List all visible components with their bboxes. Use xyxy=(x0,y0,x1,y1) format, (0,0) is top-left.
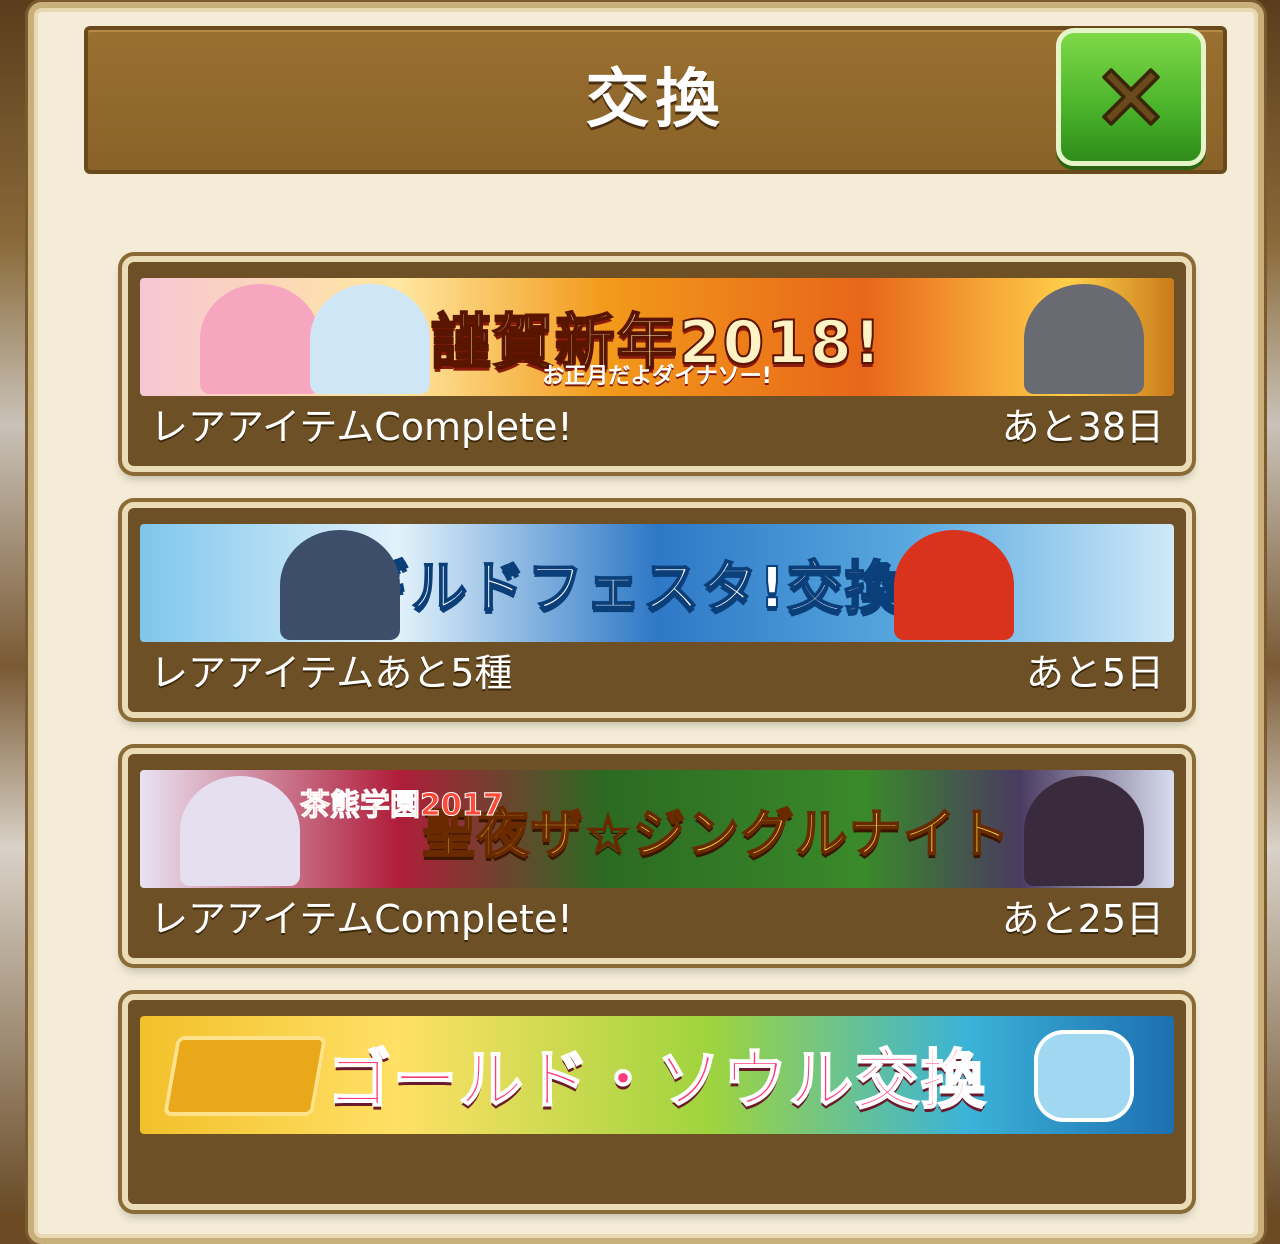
exchange-dialog: 交換 謹賀新年2018! お正月だよダイナソー! レアアイテムComplete!… xyxy=(28,2,1264,1244)
soul-crystal-icon xyxy=(1034,1030,1134,1122)
character-art xyxy=(1024,776,1144,886)
banner-gold-soul: ゴールド・ソウル交換 xyxy=(140,1016,1174,1134)
banner-guild-festa: ギルドフェスタ!交換所 xyxy=(140,524,1174,642)
rare-item-status: レアアイテムComplete! xyxy=(150,405,573,449)
time-remaining: あと38日 xyxy=(1001,405,1164,449)
time-remaining: あと25日 xyxy=(1001,897,1164,941)
banner-holy-night: 茶熊学園2017 聖夜ザ☆ジングルナイト xyxy=(140,770,1174,888)
character-art xyxy=(894,530,1014,640)
exchange-card-new-year[interactable]: 謹賀新年2018! お正月だよダイナソー! レアアイテムComplete! あと… xyxy=(122,256,1192,472)
close-icon xyxy=(1102,68,1160,126)
time-remaining: あと5日 xyxy=(1025,651,1164,695)
rare-item-status: レアアイテムあと5種 xyxy=(150,651,513,695)
exchange-card-holy-night[interactable]: 茶熊学園2017 聖夜ザ☆ジングルナイト レアアイテムComplete! あと2… xyxy=(122,748,1192,964)
banner-title: ギルドフェスタ!交換所 xyxy=(352,555,961,622)
close-button[interactable] xyxy=(1056,28,1206,166)
character-art xyxy=(180,776,300,886)
banner-new-year: 謹賀新年2018! お正月だよダイナソー! xyxy=(140,278,1174,396)
banner-subtitle: お正月だよダイナソー! xyxy=(542,364,772,389)
exchange-card-guild-festa[interactable]: ギルドフェスタ!交換所 レアアイテムあと5種 あと5日 xyxy=(122,502,1192,718)
banner-title: 聖夜ザ☆ジングルナイト xyxy=(422,804,1012,866)
character-art xyxy=(280,530,400,640)
rare-item-status: レアアイテムComplete! xyxy=(150,897,573,941)
gold-bar-icon xyxy=(162,1036,328,1116)
banner-badge: 茶熊学園2017 xyxy=(300,788,504,824)
exchange-card-gold-soul[interactable]: ゴールド・ソウル交換 xyxy=(122,994,1192,1210)
banner-title: ゴールド・ソウル交換 xyxy=(326,1043,987,1119)
dialog-title: 交換 xyxy=(585,63,726,137)
